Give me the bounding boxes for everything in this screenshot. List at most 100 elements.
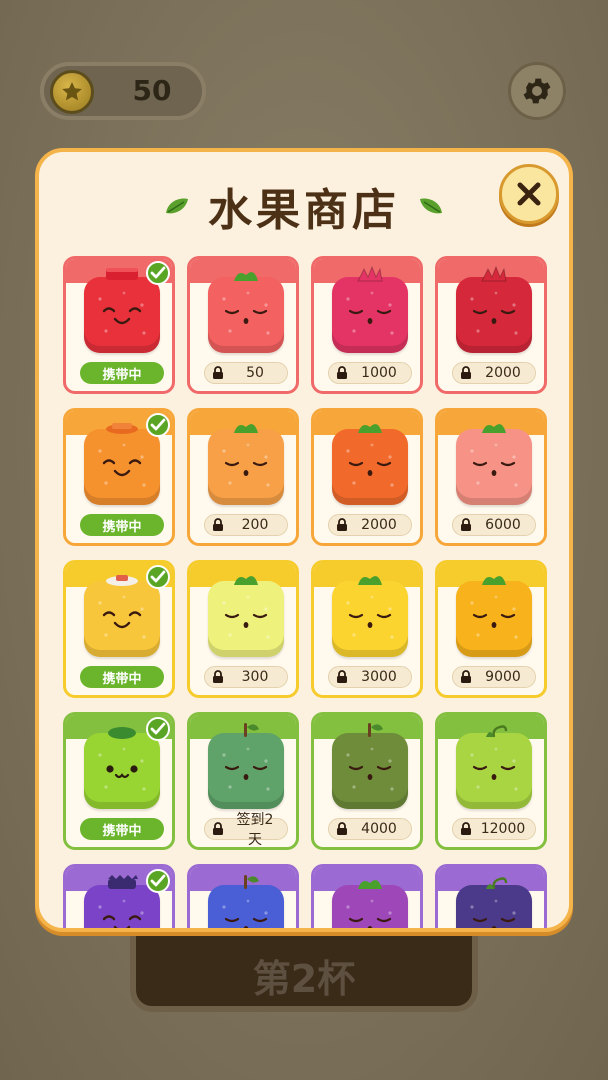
stem-icon [486,877,508,890]
fruit-card[interactable] [187,864,299,928]
fruit-card[interactable]: 携带中 [63,408,175,546]
fruit-card[interactable]: 2000 [435,256,547,394]
price-amount: 6000 [485,517,521,533]
fruit-card[interactable] [63,864,175,928]
fruit-grid: 携带中 50 1000 2000 携带中 200 2000 6000 携带中 300 3000 900… [39,152,569,928]
leaf-icon [357,265,383,282]
lock-icon [337,518,347,531]
lock-icon [213,518,223,531]
star-coin-icon [50,70,94,114]
fruit-block [456,576,532,657]
carrying-tag: 携带中 [80,666,164,688]
fruit-face-icon [470,899,516,928]
fruit-face-icon [346,899,392,928]
lid-icon [108,727,136,739]
checkmark-icon [146,717,170,741]
fruit-face-icon [98,291,146,335]
fruit-face-icon [98,595,146,639]
gear-icon [523,78,551,104]
fruit-card[interactable] [435,864,547,928]
fruit-face-icon [222,899,268,928]
coin-value: 50 [132,74,172,107]
fruit-block [208,875,284,928]
fruit-card[interactable]: 携带中 [63,256,175,394]
price-tag: 9000 [452,666,536,688]
fruit-card[interactable]: 携带中 [63,712,175,850]
price-amount: 200 [241,517,269,533]
lock-icon [213,822,223,835]
fruit-shop-dialog: 水果商店 携带中 50 1000 2000 携带中 200 2000 6000 携带中 300 30… [35,148,573,932]
fruit-face-icon [346,443,394,487]
fruit-block [208,424,284,505]
price-amount: 2000 [485,365,521,381]
fruit-card[interactable]: 300 [187,560,299,698]
fruit-face-icon [470,291,518,335]
price-tag: 12000 [452,818,536,840]
price-amount: 2000 [361,517,397,533]
fruit-card[interactable]: 9000 [435,560,547,698]
fruit-card[interactable]: 携带中 [63,560,175,698]
fruit-card[interactable]: 4000 [311,712,423,850]
fruit-block [456,265,532,353]
lock-icon [461,822,471,835]
fruit-block [84,875,160,928]
price-tag: 6000 [452,514,536,536]
price-amount: 300 [241,669,269,685]
fruit-block [208,576,284,657]
fruit-card[interactable]: 3000 [311,560,423,698]
stem-icon [244,723,259,737]
fruit-face-icon [222,443,270,487]
price-amount: 9000 [485,669,521,685]
fruit-face-icon [470,595,518,639]
fruit-card[interactable]: 50 [187,256,299,394]
leaf-icon [234,272,258,281]
leaf-icon [358,880,382,889]
lid-icon [106,268,138,280]
fruit-face-icon [470,443,518,487]
price-tag: 200 [204,514,288,536]
leaf-icon [482,576,506,585]
fruit-block [84,423,160,505]
fruit-card[interactable]: 1000 [311,256,423,394]
price-amount: 4000 [361,821,397,837]
fruit-card[interactable] [311,864,423,928]
price-tag: 50 [204,362,288,384]
checkmark-icon [146,565,170,589]
fruit-card[interactable]: 200 [187,408,299,546]
price-amount: 1000 [361,365,397,381]
lid-icon [108,875,138,889]
lock-icon [461,366,471,379]
lock-icon [461,518,471,531]
lock-icon [337,670,347,683]
lock-icon [337,366,347,379]
fruit-card[interactable]: 6000 [435,408,547,546]
fruit-card[interactable]: 2000 [311,408,423,546]
fruit-face-icon [346,747,394,791]
price-tag: 1000 [328,362,412,384]
fruit-face-icon [222,595,270,639]
fruit-block [208,723,284,809]
carrying-tag: 携带中 [80,818,164,840]
price-tag: 签到2天 [204,812,288,847]
leaf-icon [482,424,506,433]
fruit-card[interactable]: 12000 [435,712,547,850]
fruit-block [84,727,160,809]
lock-icon [213,670,223,683]
settings-button[interactable] [508,62,566,120]
fruit-block [332,424,408,505]
lock-icon [213,366,223,379]
fruit-block [332,576,408,657]
price-tag: 2000 [452,362,536,384]
fruit-block [208,272,284,353]
price-tag: 3000 [328,666,412,688]
price-tag: 4000 [328,818,412,840]
fruit-face-icon [346,291,394,335]
fruit-block [332,723,408,809]
fruit-face-icon [222,291,270,335]
fruit-block [84,575,160,657]
leaf-icon [358,576,382,585]
stem-icon [486,725,508,738]
fruit-block [84,268,160,353]
fruit-card[interactable]: 签到2天 [187,712,299,850]
fruit-block [456,725,532,809]
